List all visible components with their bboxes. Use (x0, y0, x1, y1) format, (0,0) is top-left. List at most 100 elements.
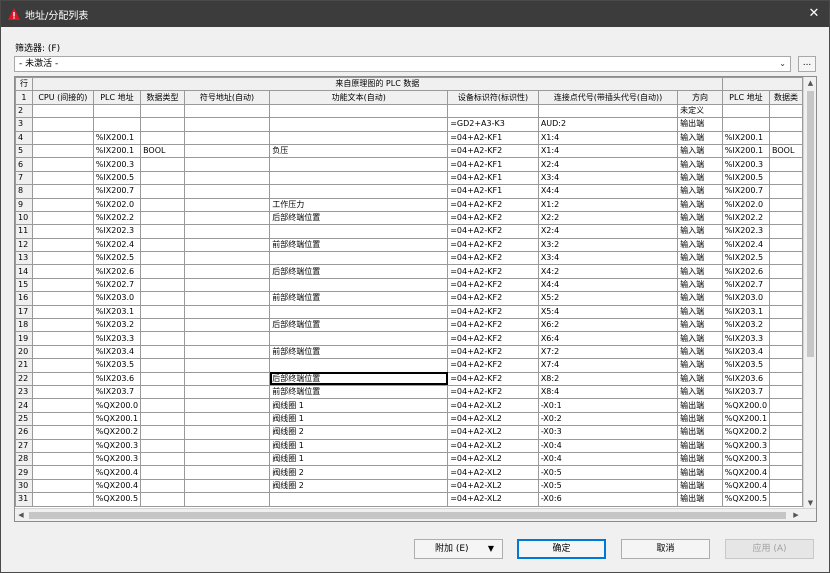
table-cell[interactable] (183, 130, 271, 145)
table-row[interactable]: 8 %IX200.7 =04+A2-KF1 X4:4 输入端 %IX200.7 (15, 184, 803, 199)
table-row[interactable]: 18 %IX203.2 后部终端位置 =04+A2-KF2 X6:2 输入端 %IX203.… (15, 318, 803, 333)
table-row[interactable]: 19 %IX203.3 =04+A2-KF2 X6:4 输入端 %IX203.3 (15, 331, 803, 346)
table-cell[interactable]: %QX200.5 (721, 492, 771, 507)
table-cell[interactable]: 输入端 (677, 318, 723, 333)
table-cell[interactable]: =GD2+A3-K3 (447, 117, 539, 132)
table-cell[interactable]: %IX200.3 (92, 157, 142, 172)
row-number[interactable]: 8 (15, 184, 33, 199)
table-cell[interactable]: %IX200.1 (721, 143, 771, 159)
table-cell[interactable]: =04+A2-KF1 (447, 130, 539, 145)
table-cell[interactable]: 输入端 (677, 130, 723, 145)
row-number[interactable]: 24 (15, 398, 33, 413)
row-number[interactable]: 30 (15, 478, 33, 494)
table-cell[interactable] (269, 251, 449, 266)
scroll-up-icon[interactable]: ▲ (804, 77, 816, 89)
table-cell[interactable] (769, 291, 803, 306)
table-cell[interactable]: 输出端 (677, 411, 723, 427)
table-cell[interactable]: X5:4 (537, 304, 679, 320)
table-row[interactable]: 12 %IX202.4 前部终端位置 =04+A2-KF2 X3:2 输入端 %IX202.… (15, 237, 803, 253)
table-cell[interactable]: X4:4 (537, 277, 679, 293)
table-cell[interactable]: X2:4 (537, 157, 679, 172)
table-cell[interactable] (31, 425, 94, 440)
table-cell[interactable] (31, 451, 94, 467)
table-cell[interactable] (183, 157, 271, 172)
table-cell[interactable] (447, 103, 539, 119)
table-cell[interactable]: 输入端 (677, 184, 723, 199)
table-cell[interactable]: =04+A2-KF2 (447, 197, 539, 212)
table-cell[interactable] (769, 264, 803, 279)
table-cell[interactable]: 阀线圈 1 (269, 438, 449, 453)
table-cell[interactable] (140, 384, 185, 400)
table-cell[interactable] (140, 264, 185, 279)
table-cell[interactable]: AUD:2 (537, 117, 679, 132)
table-cell[interactable]: X5:2 (537, 291, 679, 306)
table-cell[interactable] (140, 277, 185, 293)
table-cell[interactable] (140, 438, 185, 453)
row-number[interactable]: 12 (15, 237, 33, 253)
table-cell[interactable]: 后部终端位置 (269, 210, 449, 226)
table-cell[interactable]: 输入端 (677, 170, 723, 186)
row-number[interactable]: 16 (15, 291, 33, 306)
table-cell[interactable]: 输入端 (677, 331, 723, 346)
table-row[interactable]: 10 %IX202.2 后部终端位置 =04+A2-KF2 X2:2 输入端 %IX202.… (15, 210, 803, 226)
table-cell[interactable]: 前部终端位置 (269, 344, 449, 360)
table-cell[interactable] (140, 224, 185, 239)
table-cell[interactable] (140, 465, 185, 480)
table-cell[interactable]: 输入端 (677, 291, 723, 306)
table-cell[interactable]: %IX202.3 (721, 224, 771, 239)
table-cell[interactable]: %IX203.6 (92, 371, 142, 386)
table-cell[interactable] (769, 224, 803, 239)
table-cell[interactable]: 后部终端位置 (269, 264, 449, 279)
table-cell[interactable]: 输出端 (677, 425, 723, 440)
row-number[interactable]: 31 (15, 492, 33, 507)
table-row[interactable]: 11 %IX202.3 =04+A2-KF2 X2:4 输入端 %IX202.3 (15, 224, 803, 239)
table-cell[interactable] (183, 291, 271, 306)
table-cell[interactable] (31, 184, 94, 199)
table-cell[interactable] (92, 103, 142, 119)
table-cell[interactable] (140, 331, 185, 346)
table-cell[interactable] (269, 224, 449, 239)
table-cell[interactable]: %IX202.7 (92, 277, 142, 293)
table-cell[interactable]: 输出端 (677, 438, 723, 453)
table-cell[interactable] (769, 398, 803, 413)
table-cell[interactable] (31, 210, 94, 226)
table-cell[interactable] (140, 210, 185, 226)
table-cell[interactable] (31, 170, 94, 186)
table-row[interactable]: 29 %QX200.4 阀线圈 2 =04+A2-XL2 -X0:5 输出端 %QX200.… (15, 465, 803, 480)
table-cell[interactable]: 输入端 (677, 304, 723, 320)
table-cell[interactable]: %IX203.7 (92, 384, 142, 400)
table-cell[interactable] (31, 277, 94, 293)
table-cell[interactable] (31, 465, 94, 480)
table-cell[interactable] (140, 237, 185, 253)
table-cell[interactable]: %IX203.4 (721, 344, 771, 360)
table-cell[interactable]: =04+A2-KF1 (447, 157, 539, 172)
table-cell[interactable] (183, 425, 271, 440)
table-row[interactable]: 14 %IX202.6 后部终端位置 =04+A2-KF2 X4:2 输入端 %IX202.… (15, 264, 803, 279)
row-number[interactable]: 13 (15, 251, 33, 266)
table-cell[interactable]: -X0:5 (537, 465, 679, 480)
table-cell[interactable] (769, 478, 803, 494)
table-cell[interactable]: =04+A2-KF2 (447, 384, 539, 400)
table-cell[interactable] (140, 130, 185, 145)
table-cell[interactable]: 阀线圈 1 (269, 411, 449, 427)
table-cell[interactable]: %IX202.4 (92, 237, 142, 253)
table-cell[interactable]: %QX200.2 (92, 425, 142, 440)
table-cell[interactable]: 输入端 (677, 358, 723, 373)
table-cell[interactable] (31, 318, 94, 333)
table-cell[interactable]: %QX200.4 (92, 478, 142, 494)
table-cell[interactable]: X4:2 (537, 264, 679, 279)
table-row[interactable]: 24 %QX200.0 阀线圈 1 =04+A2-XL2 -X0:1 输出端 %QX200.… (15, 398, 803, 413)
table-cell[interactable] (183, 451, 271, 467)
table-cell[interactable]: %IX203.3 (92, 331, 142, 346)
row-number[interactable]: 25 (15, 411, 33, 427)
table-cell[interactable]: %IX200.7 (92, 184, 142, 199)
table-cell[interactable]: =04+A2-XL2 (447, 438, 539, 453)
table-cell[interactable]: %QX200.0 (92, 398, 142, 413)
table-cell[interactable]: =04+A2-KF2 (447, 237, 539, 253)
table-cell[interactable]: 输入端 (677, 197, 723, 212)
table-cell[interactable] (769, 465, 803, 480)
filter-more-button[interactable]: ... (798, 56, 816, 72)
table-cell[interactable]: %QX200.1 (721, 411, 771, 427)
table-cell[interactable] (183, 438, 271, 453)
table-cell[interactable]: =04+A2-KF2 (447, 143, 539, 159)
